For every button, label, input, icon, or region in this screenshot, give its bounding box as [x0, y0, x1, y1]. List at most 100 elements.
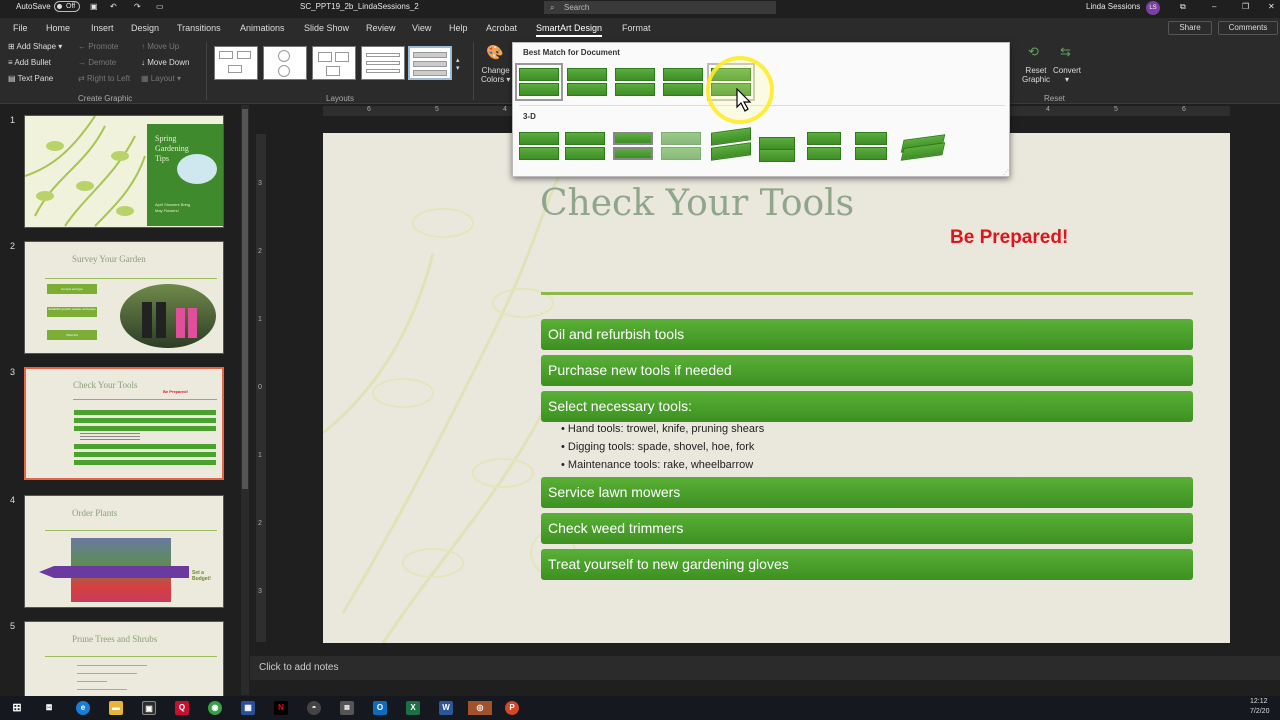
layout-option-4[interactable]: [361, 46, 405, 80]
layout-option-2[interactable]: [263, 46, 307, 80]
thumbnail-scrollbar[interactable]: [241, 105, 249, 695]
tab-acrobat[interactable]: Acrobat: [486, 23, 517, 33]
chrome-icon[interactable]: ◉: [208, 701, 222, 715]
layout-option-vertical-bullet-list[interactable]: [408, 46, 452, 80]
share-button[interactable]: Share: [1168, 21, 1212, 35]
autosave-toggle[interactable]: Off: [54, 1, 80, 12]
change-colors-button[interactable]: Change Colors ▾: [481, 66, 510, 84]
minimize-icon[interactable]: –: [1212, 2, 1216, 11]
tab-slide-show[interactable]: Slide Show: [304, 23, 349, 33]
file-explorer-icon[interactable]: ▬: [109, 701, 123, 715]
text-pane-button[interactable]: ▤ Text Pane: [8, 74, 53, 83]
recorder-icon[interactable]: ◎: [468, 701, 492, 715]
redo-icon[interactable]: ↷: [134, 2, 141, 11]
smartart-item[interactable]: Oil and refurbish tools: [541, 319, 1193, 350]
smartart-item[interactable]: Check weed trimmers: [541, 513, 1193, 544]
style-3d-metallic-scene[interactable]: [805, 129, 849, 163]
thumbnail-callout: Be Prepared!: [163, 389, 188, 394]
search-input[interactable]: ⌕ Search: [544, 1, 776, 14]
smartart-item[interactable]: Service lawn mowers: [541, 477, 1193, 508]
smartart-bullet[interactable]: • Maintenance tools: rake, wheelbarrow: [561, 459, 753, 471]
smartart-item[interactable]: Treat yourself to new gardening gloves: [541, 549, 1193, 580]
smartart-item[interactable]: Select necessary tools:: [541, 391, 1193, 422]
slide-thumbnail-3[interactable]: Check Your Tools Be Prepared!: [24, 367, 224, 480]
gallery-section-3d: 3-D: [523, 112, 536, 121]
slide-thumbnail-4[interactable]: Order Plants Set a Budget!: [24, 495, 224, 608]
convert-button[interactable]: Convert ▾: [1053, 66, 1081, 84]
add-shape-button[interactable]: ⊞ Add Shape ▾: [8, 42, 62, 51]
quicken-icon[interactable]: Q: [175, 701, 189, 715]
tab-design[interactable]: Design: [131, 23, 159, 33]
move-down-button[interactable]: ↓ Move Down: [141, 58, 189, 67]
store-icon[interactable]: ▣: [142, 701, 156, 715]
tab-file[interactable]: File: [13, 23, 28, 33]
smartart-bullet[interactable]: • Digging tools: spade, shovel, hoe, for…: [561, 441, 754, 453]
style-3d-polished[interactable]: [517, 129, 561, 163]
move-up-button[interactable]: ↑ Move Up: [141, 42, 179, 51]
present-icon[interactable]: ▭: [156, 2, 164, 11]
tab-view[interactable]: View: [412, 23, 431, 33]
excel-icon[interactable]: X: [406, 701, 420, 715]
task-view-icon[interactable]: ⧈: [42, 701, 56, 715]
tab-review[interactable]: Review: [366, 23, 396, 33]
reset-graphic-button[interactable]: Reset Graphic: [1022, 66, 1050, 84]
tab-help[interactable]: Help: [449, 23, 468, 33]
layout-option-1[interactable]: [214, 46, 258, 80]
right-to-left-button[interactable]: ⇄ Right to Left: [78, 74, 130, 83]
calculator-icon[interactable]: ▤: [340, 701, 354, 715]
slide-thumbnail-5[interactable]: Prune Trees and Shrubs: [24, 621, 224, 701]
style-3d-brick-scene[interactable]: [709, 127, 753, 163]
style-subtle-effect[interactable]: [613, 65, 657, 99]
windows-start-icon[interactable]: ⊞: [10, 701, 24, 715]
tab-smartart-design[interactable]: SmartArt Design: [536, 23, 603, 37]
style-moderate-effect[interactable]: [661, 65, 705, 99]
edge-icon[interactable]: e: [76, 701, 90, 715]
outlook-icon[interactable]: O: [373, 701, 387, 715]
system-clock[interactable]: 12:12 7/2/20: [1250, 697, 1269, 717]
comments-button[interactable]: Comments: [1218, 21, 1278, 35]
undo-icon[interactable]: ↶: [110, 2, 117, 11]
close-icon[interactable]: ✕: [1268, 2, 1275, 11]
style-3d-cartoon[interactable]: [611, 129, 655, 163]
app-icon[interactable]: ▦: [241, 701, 255, 715]
tab-home[interactable]: Home: [46, 23, 70, 33]
tab-format[interactable]: Format: [622, 23, 651, 33]
promote-button[interactable]: ← Promote: [78, 42, 118, 51]
demote-button[interactable]: → Demote: [78, 58, 116, 67]
layout-option-3[interactable]: [312, 46, 356, 80]
layout-gallery-more-icon[interactable]: ▴ ▾: [456, 56, 460, 72]
save-icon[interactable]: ▣: [90, 2, 98, 11]
style-3d-inset[interactable]: [563, 129, 607, 163]
powerpoint-icon[interactable]: P: [505, 701, 519, 715]
netflix-icon[interactable]: N: [274, 701, 288, 715]
style-3d-powder[interactable]: [659, 129, 703, 163]
be-prepared-callout[interactable]: Be Prepared!: [950, 227, 1068, 249]
slide-canvas[interactable]: Check Your Tools Be Prepared! Oil and re…: [323, 133, 1230, 643]
restore-icon[interactable]: ❐: [1242, 2, 1249, 11]
style-white-outline[interactable]: [565, 65, 609, 99]
tab-insert[interactable]: Insert: [91, 23, 114, 33]
diagram-box: Plant list: [47, 330, 97, 340]
style-3d-bird-eye-scene[interactable]: [900, 129, 946, 163]
layout-button[interactable]: ▦ Layout ▾: [141, 74, 181, 83]
user-name: Linda Sessions: [1086, 2, 1141, 11]
smartart-item[interactable]: Purchase new tools if needed: [541, 355, 1193, 386]
style-3d-sunset-scene[interactable]: [853, 129, 897, 163]
slide-thumbnail-2[interactable]: Survey Your Garden Current soil type Est…: [24, 241, 224, 354]
ribbon-display-icon[interactable]: ⧉: [1180, 2, 1186, 12]
add-bullet-button[interactable]: ≡ Add Bullet: [8, 58, 51, 67]
slide-thumbnail-1[interactable]: Spring Gardening Tips April Showers Bring M…: [24, 115, 224, 228]
smartart-bullet[interactable]: • Hand tools: trowel, knife, pruning she…: [561, 423, 764, 435]
resize-grip-icon[interactable]: ⋰: [1003, 169, 1009, 176]
notes-pane[interactable]: Click to add notes: [250, 656, 1280, 680]
tab-transitions[interactable]: Transitions: [177, 23, 221, 33]
slide-title[interactable]: Check Your Tools: [540, 183, 854, 224]
word-icon[interactable]: W: [439, 701, 453, 715]
title-bar: AutoSave Off ▣ ↶ ↷ ▭ SC_PPT19_2b_LindaSe…: [0, 0, 1280, 16]
scrollbar-thumb[interactable]: [242, 109, 248, 489]
style-simple-fill[interactable]: [515, 63, 563, 101]
style-3d-flat-scene[interactable]: [757, 129, 801, 163]
photos-icon[interactable]: ◓: [307, 701, 321, 715]
tab-animations[interactable]: Animations: [240, 23, 285, 33]
avatar[interactable]: LS: [1146, 1, 1160, 15]
